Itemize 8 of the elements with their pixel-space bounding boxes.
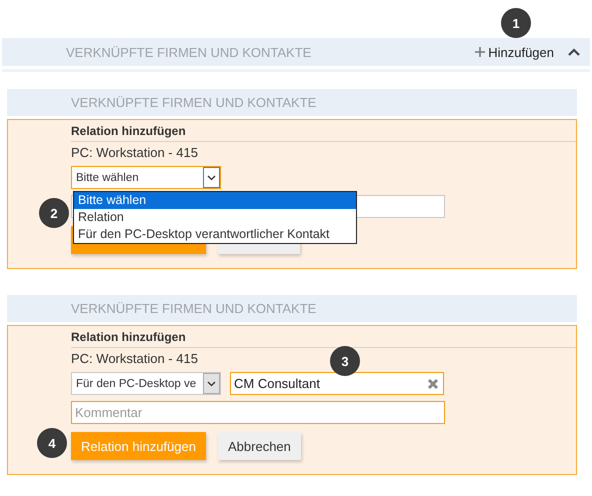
device-label: PC: Workstation - 415 xyxy=(71,145,198,160)
section-title: VERKNÜPFTE FIRMEN UND KONTAKTE xyxy=(70,95,318,110)
form-title: Relation hinzufügen xyxy=(71,330,576,348)
step-badge: 1 xyxy=(501,8,531,38)
form-title: Relation hinzufügen xyxy=(71,124,576,142)
device-label: PC: Workstation - 415 xyxy=(71,351,198,366)
section-title: VERKNÜPFTE FIRMEN UND KONTAKTE xyxy=(65,44,312,60)
section-title: VERKNÜPFTE FIRMEN UND KONTAKTE xyxy=(70,301,318,316)
